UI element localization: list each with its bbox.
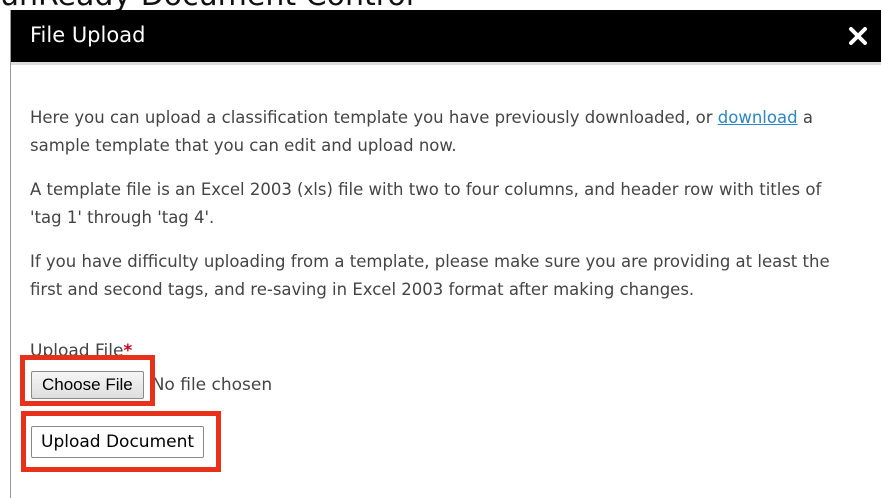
template-format-paragraph: A template file is an Excel 2003 (xls) f… xyxy=(30,180,822,227)
intro-text: Here you can upload a classification tem… xyxy=(30,108,718,127)
intro-paragraph: Here you can upload a classification tem… xyxy=(30,104,850,160)
upload-document-highlight xyxy=(21,411,221,472)
troubleshooting-paragraph: If you have difficulty uploading from a … xyxy=(30,252,830,299)
dialog-titlebar: File Upload xyxy=(11,10,881,62)
download-link[interactable]: download xyxy=(718,108,798,127)
dialog-title: File Upload xyxy=(30,23,146,47)
close-icon[interactable] xyxy=(844,22,872,50)
choose-file-highlight xyxy=(20,355,155,406)
titlebar-divider xyxy=(11,62,881,65)
file-status-text: No file chosen xyxy=(151,375,273,395)
dialog-body: Here you can upload a classification tem… xyxy=(30,104,850,320)
